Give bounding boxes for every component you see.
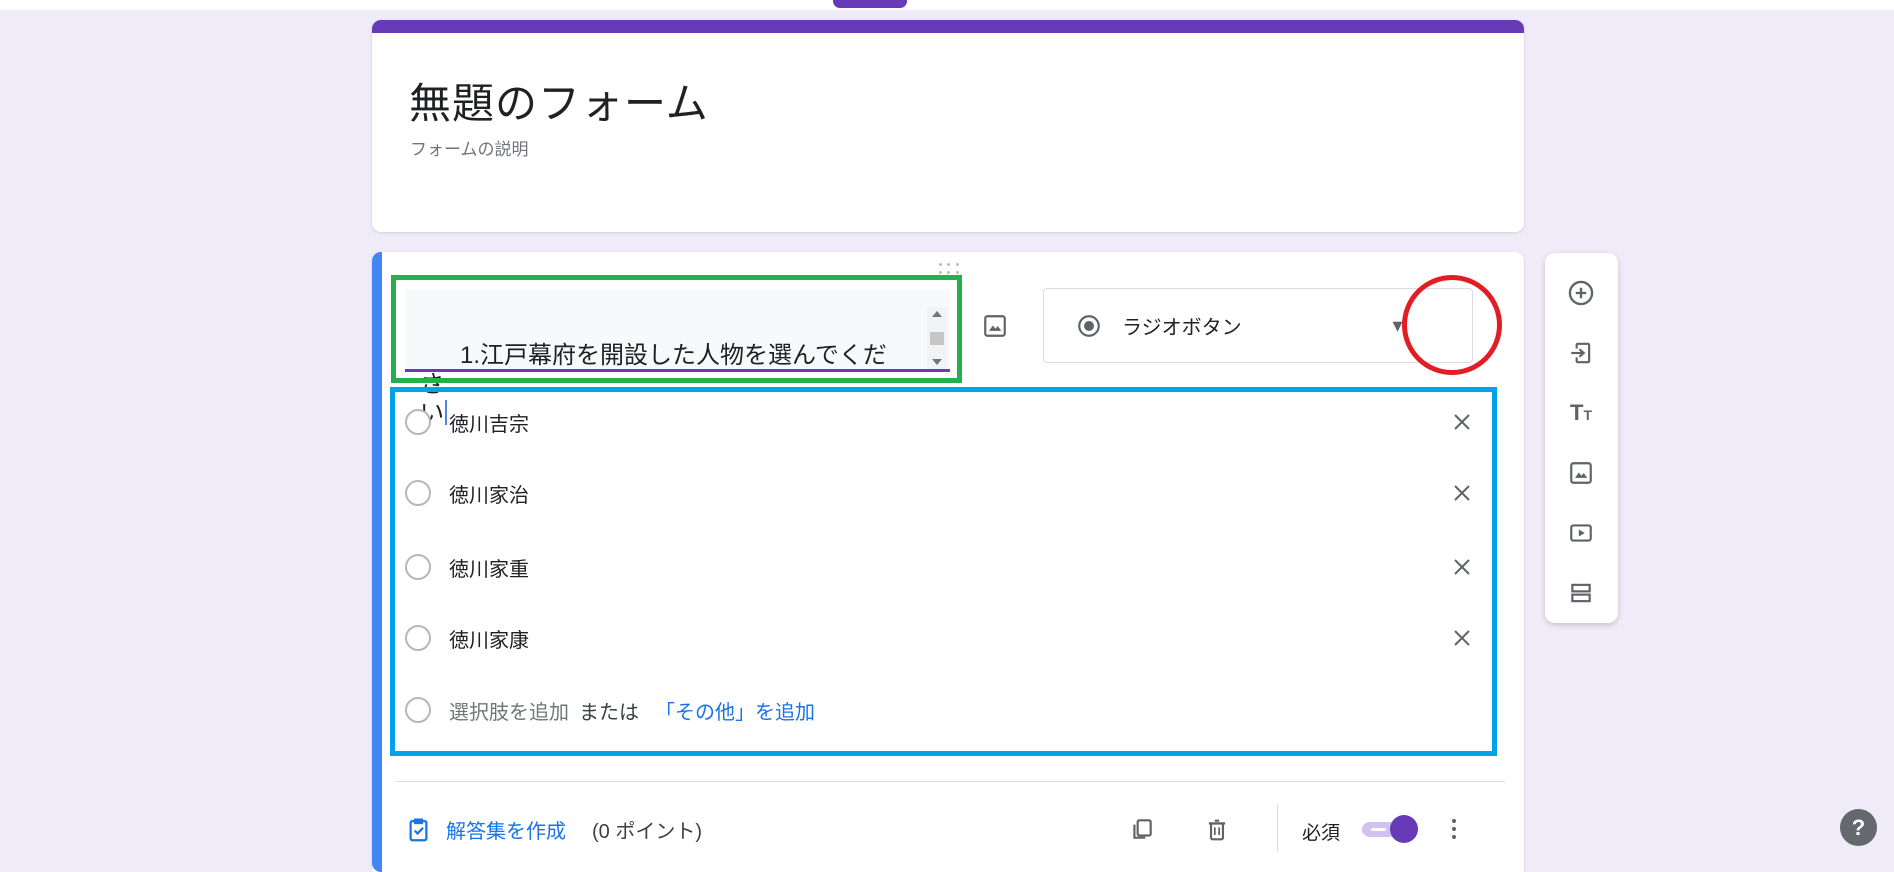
duplicate-question-button[interactable] (1122, 809, 1162, 849)
option-label[interactable]: 徳川家重 (449, 553, 529, 582)
card-accent-bar (372, 20, 1524, 33)
kebab-menu-icon (1452, 819, 1456, 839)
add-video-button[interactable] (1561, 513, 1601, 553)
add-title-button[interactable]: TT (1561, 393, 1601, 433)
add-other-link[interactable]: 「その他」を追加 (655, 696, 815, 725)
radio-checked-icon (1076, 313, 1102, 339)
add-option-button[interactable]: 選択肢を追加 (449, 696, 569, 725)
radio-icon[interactable] (405, 625, 431, 651)
image-icon (982, 313, 1008, 339)
more-options-button[interactable] (1434, 809, 1474, 849)
option-label[interactable]: 徳川吉宗 (449, 408, 529, 437)
question-type-label: ラジオボタン (1122, 311, 1242, 340)
delete-question-button[interactable] (1197, 809, 1237, 849)
remove-option-button[interactable] (1442, 618, 1482, 658)
textarea-scrollbar[interactable] (927, 307, 947, 369)
video-icon (1568, 520, 1594, 546)
add-option-row: 選択肢を追加 または 「その他」を追加 (405, 684, 1500, 736)
remove-option-button[interactable] (1442, 473, 1482, 513)
question-type-dropdown[interactable]: ラジオボタン ▼ (1043, 288, 1473, 363)
option-row: 徳川家康 (405, 612, 1500, 664)
option-row: 徳川家重 (405, 541, 1500, 593)
top-white-strip (0, 0, 1894, 10)
required-toggle[interactable] (1362, 815, 1420, 843)
add-title-icon: TT (1570, 400, 1592, 426)
scroll-down-icon[interactable] (932, 359, 942, 365)
option-label[interactable]: 徳川家治 (449, 479, 529, 508)
radio-icon[interactable] (405, 554, 431, 580)
or-text: または (579, 696, 639, 725)
top-purple-pill (833, 0, 907, 8)
add-question-icon (1567, 279, 1595, 307)
remove-option-button[interactable] (1442, 402, 1482, 442)
copy-icon (1129, 816, 1155, 842)
side-toolbar: TT (1545, 253, 1618, 623)
form-title-card: 無題のフォーム フォームの説明 (372, 20, 1524, 232)
radio-icon[interactable] (405, 480, 431, 506)
toggle-highlight (1371, 828, 1386, 831)
radio-icon (405, 697, 431, 723)
answer-key-button[interactable]: 解答集を作成 (0 ポイント) (405, 801, 702, 857)
remove-option-button[interactable] (1442, 547, 1482, 587)
points-label: (0 ポイント) (592, 815, 702, 844)
import-questions-icon (1568, 340, 1594, 366)
answer-key-label: 解答集を作成 (446, 815, 566, 844)
toggle-knob (1390, 815, 1418, 843)
form-description-input[interactable]: フォームの説明 (410, 135, 529, 160)
footer-vertical-divider (1277, 805, 1278, 852)
answer-key-icon (405, 816, 432, 843)
image-icon (1568, 460, 1594, 486)
drag-handle-icon[interactable] (936, 260, 962, 276)
form-title-input[interactable]: 無題のフォーム (409, 70, 709, 131)
section-icon (1568, 580, 1594, 606)
required-label: 必須 (1302, 818, 1340, 845)
option-label[interactable]: 徳川家康 (449, 624, 529, 653)
trash-icon (1204, 816, 1230, 842)
scroll-up-icon[interactable] (932, 311, 942, 317)
import-questions-button[interactable] (1561, 333, 1601, 373)
option-row: 徳川家治 (405, 467, 1500, 519)
active-card-indicator (372, 252, 382, 872)
chevron-down-icon: ▼ (1389, 317, 1406, 334)
add-image-button[interactable] (1561, 453, 1601, 493)
footer-divider (395, 781, 1505, 782)
add-question-button[interactable] (1561, 273, 1601, 313)
question-title-input[interactable]: 1.江戸幕府を開設した人物を選んでくださ い (405, 290, 950, 372)
radio-icon[interactable] (405, 409, 431, 435)
help-icon: ? (1852, 815, 1865, 841)
help-button[interactable]: ? (1840, 809, 1877, 846)
question-footer: 解答集を作成 (0 ポイント) 必須 (372, 801, 1524, 857)
add-question-image-button[interactable] (978, 309, 1012, 343)
scrollbar-thumb[interactable] (930, 332, 944, 345)
option-row: 徳川吉宗 (405, 396, 1500, 448)
add-section-button[interactable] (1561, 573, 1601, 613)
question-card: 1.江戸幕府を開設した人物を選んでくださ い ラジオボタン ▼ 徳川吉宗 (372, 252, 1524, 872)
